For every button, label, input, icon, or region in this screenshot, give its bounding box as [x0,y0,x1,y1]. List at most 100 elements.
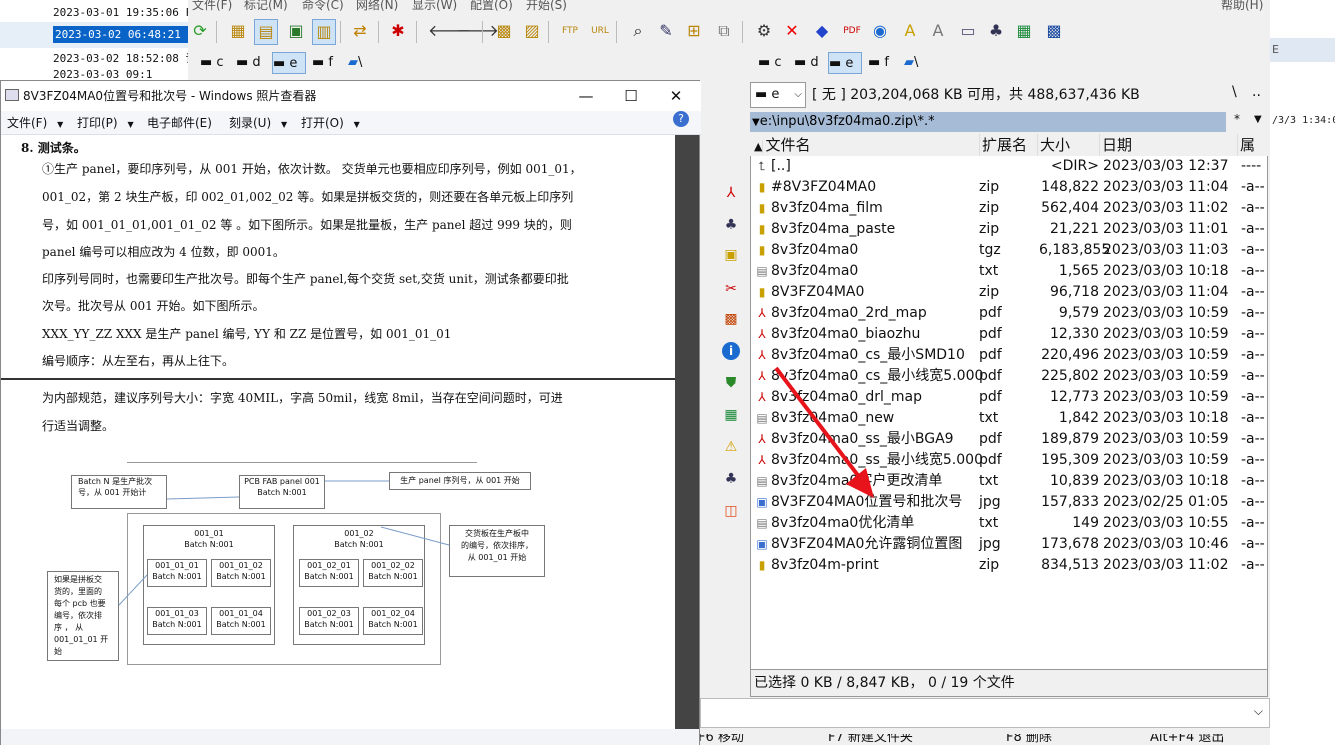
rename-icon[interactable]: ✎ [656,21,676,41]
print-icon[interactable]: ▭ [958,21,978,41]
excel-icon[interactable]: ▦ [722,406,740,424]
menu-email[interactable]: 电子邮件(E) [147,111,212,135]
log-row[interactable]: 2023-03-02 18:52:08 订 [0,46,190,72]
maximize-button[interactable]: ☐ [608,81,654,111]
history-icon[interactable]: ▼ [752,117,760,128]
file-row[interactable]: ▣ 8V3FZ04MA0允许露铜位置图 jpg 173,678 2023/03/03 1… [751,534,1269,555]
column-date[interactable]: 日期 [1100,134,1238,156]
menu-show[interactable]: 显示(W) [412,0,457,11]
menu-print[interactable]: 打印(P) ▼ [77,111,134,137]
file-row[interactable]: ⅄ 8v3fz04ma0_cs_最小SMD10 pdf 220,496 2023/03/… [751,345,1269,366]
forward-icon[interactable]: 🡒 [456,21,499,41]
word-icon[interactable]: ▩ [1044,21,1064,41]
picture-icon[interactable]: ▩ [722,310,740,328]
file-row[interactable]: ▮ 8v3fz04m-print zip 834,513 2023/03/03 11:0… [751,555,1269,576]
f8-delete-button[interactable]: F8 删除 [1006,734,1052,745]
compare-icon[interactable]: ⊞ [684,21,704,41]
command-line[interactable]: ⌵ [700,698,1270,728]
chevron-down-icon[interactable]: ⌵ [1254,704,1263,719]
file-row[interactable]: ▣ 8V3FZ04MA0位置号和批次号 jpg 157,833 2023/02/25 0… [751,492,1269,513]
log-row[interactable]: 2023-03-03 09:1 [0,70,190,80]
network-drive-button[interactable]: ▰\ [348,52,362,74]
file-row[interactable]: ▤ 8v3fz04ma0_new txt 1,842 2023/03/03 10:18-… [751,408,1269,429]
file-row[interactable]: ⅄ 8v3fz04ma0_2rd_map pdf 9,579 2023/03/03 10… [751,303,1269,324]
ftp-icon[interactable]: FTP [560,21,580,41]
drive-c-button[interactable]: ▬ c [758,52,782,74]
filter-chevron-icon[interactable]: ▼ [1254,114,1262,125]
file-row[interactable]: ⅄ 8v3fz04ma0_ss_最小BGA9 pdf 189,879 2023/03/0… [751,429,1269,450]
log-row-selected[interactable]: 2023-03-02 06:48:21 衡 [0,22,190,48]
close-button[interactable]: ✕ [653,81,699,111]
network-drive-button[interactable]: ▰\ [904,52,918,74]
pdf-icon[interactable]: PDF [842,21,862,41]
f7-newfolder-button[interactable]: F7 新建文件夹 [828,734,913,745]
file-row[interactable]: ▤ 8v3fz04ma0优化清单 txt 149 2023/03/03 10:55 -a-… [751,513,1269,534]
file-row[interactable]: ▮ 8v3fz04ma0 tgz 6,183,855 2023/03/03 11:03-… [751,240,1269,261]
file-row[interactable]: ⅄ 8v3fz04ma0_biaozhu pdf 12,330 2023/03/03 1… [751,324,1269,345]
back-icon[interactable]: 🡐 [428,21,471,41]
file-row[interactable]: ⅄ 8v3fz04ma0_cs_最小线宽5.000 pdf 225,802 2023/0… [751,366,1269,387]
network-icon[interactable]: ♣ [986,21,1006,41]
menu-file[interactable]: 文件(F) ▼ [7,111,63,137]
filter-button[interactable]: * [1234,112,1240,126]
file-row[interactable]: ▮ 8v3fz04ma_paste zip 21,221 2023/03/03 11:0… [751,219,1269,240]
file-row[interactable]: ▮ #8V3FZ04MA0 zip 148,822 2023/03/03 11:04 -a… [751,177,1269,198]
unpack-icon[interactable]: ▨ [522,21,542,41]
drive-e-button[interactable]: ▬ e [828,52,862,74]
menu-mark[interactable]: 标记(M) [244,0,288,11]
menu-burn[interactable]: 刻录(U) ▼ [229,111,287,137]
excel-icon[interactable]: ▦ [1014,21,1034,41]
help-icon[interactable]: ? [673,111,689,127]
doc-icon[interactable]: A [928,21,948,41]
drive-f-button[interactable]: ▬ f [312,52,333,74]
drive-c-button[interactable]: ▬ c [200,52,224,74]
exit-button[interactable]: Alt+F4 退出 [1150,734,1224,745]
info-icon[interactable]: i [722,342,740,360]
column-ext[interactable]: 扩展名 [980,134,1038,156]
pack-icon[interactable]: ▩ [494,21,514,41]
network-icon[interactable]: ♣ [722,470,740,488]
network-icon[interactable]: ♣ [722,216,740,234]
sync-icon[interactable]: ⧉ [714,21,734,41]
tree-view-icon[interactable]: ▥ [312,19,336,45]
minimize-button[interactable]: — [563,81,609,111]
warning-icon[interactable]: ⚠ [722,438,740,456]
menu-net[interactable]: 网络(N) [356,0,398,11]
file-row[interactable]: ▤ 8v3fz04ma0客户更改清单 txt 10,839 2023/03/03 10:… [751,471,1269,492]
file-row[interactable]: ▮ 8v3fz04ma_film zip 562,404 2023/03/03 11:0… [751,198,1269,219]
image-icon[interactable]: ▣ [722,246,740,264]
pdf-icon[interactable]: ⅄ [722,184,740,202]
drive-d-button[interactable]: ▬ d [794,52,819,74]
menu-file[interactable]: 文件(F) [192,0,232,11]
file-row[interactable]: ⮤ [..] <DIR> 2023/03/03 12:37 ---- [751,156,1269,177]
up-button[interactable]: .. [1252,84,1261,100]
column-attr[interactable]: 属性 [1238,134,1268,176]
file-row[interactable]: ▤ 8v3fz04ma0 txt 1,565 2023/03/03 10:18 -a-- [751,261,1269,282]
select-icon[interactable]: ✱ [388,21,408,41]
thumbnail-view-icon[interactable]: ▣ [286,21,306,41]
menu-help[interactable]: 帮助(H) [1221,0,1263,11]
drive-e-button[interactable]: ▬ e [272,52,306,74]
delete-icon[interactable]: ✂ [722,280,740,298]
list-view-icon[interactable]: ▤ [254,19,278,45]
globe-icon[interactable]: ◉ [870,21,890,41]
menu-open[interactable]: 打开(O) ▼ [301,111,360,137]
app-icon[interactable]: ◫ [722,502,740,520]
invert-selection-icon[interactable]: ⇄ [350,21,370,41]
column-name[interactable]: ▲ 文件名 [750,134,980,156]
file-row[interactable]: ⅄ 8v3fz04ma0_drl_map pdf 12,773 2023/03/03 1… [751,387,1269,408]
text-icon[interactable]: A [900,21,920,41]
drive-d-button[interactable]: ▬ d [236,52,261,74]
column-size[interactable]: 大小 [1038,134,1100,156]
menu-commands[interactable]: 命令(C) [302,0,344,11]
menu-start[interactable]: 开始(S) [526,0,567,11]
refresh-icon[interactable]: ⟳ [190,21,210,41]
icons-view-icon[interactable]: ▦ [228,21,248,41]
menu-config[interactable]: 配置(O) [470,0,513,11]
close-icon[interactable]: ✕ [782,21,802,41]
cube-icon[interactable]: ◆ [812,21,832,41]
drive-f-button[interactable]: ▬ f [868,52,889,74]
root-button[interactable]: \ [1232,84,1237,100]
settings-icon[interactable]: ⚙ [754,21,774,41]
file-row[interactable]: ⅄ 8v3fz04ma0_ss_最小线宽5.000 pdf 195,309 2023/0… [751,450,1269,471]
